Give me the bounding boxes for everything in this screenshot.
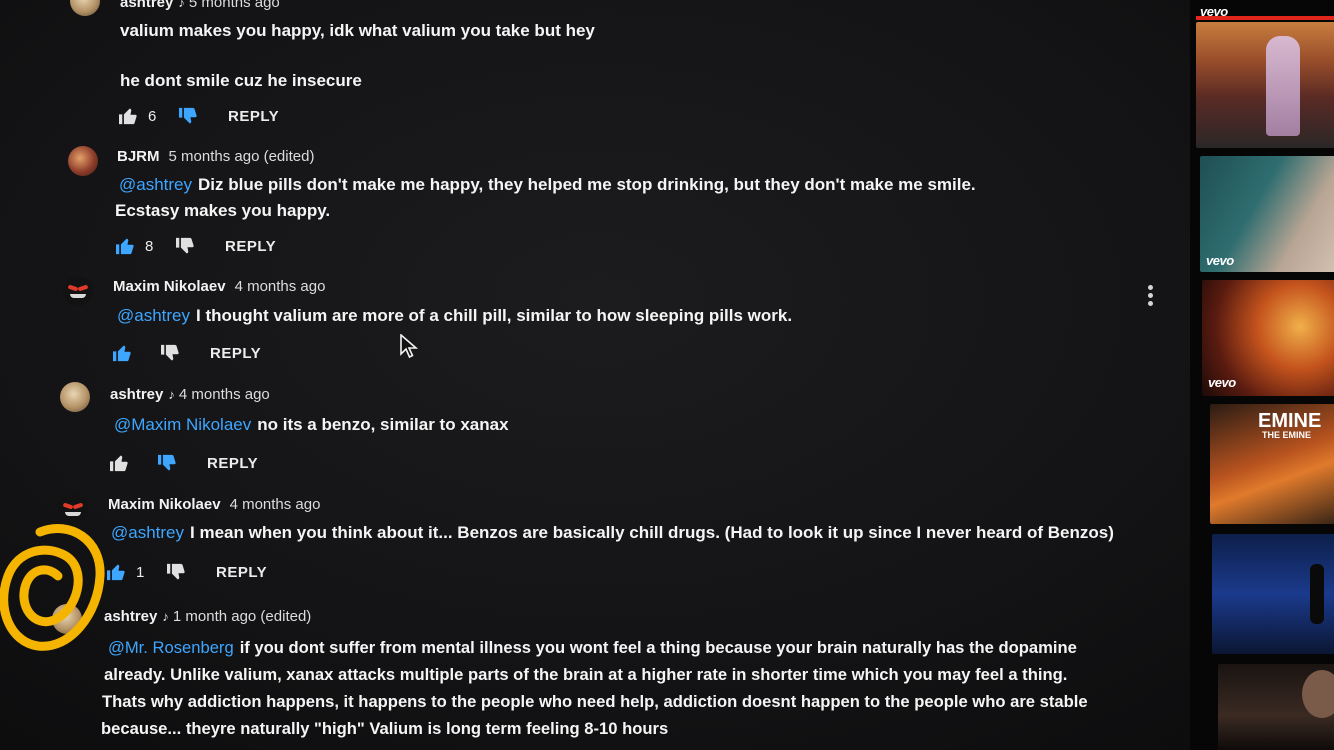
comment-line: Ecstasy makes you happy. (115, 201, 331, 220)
thumbnail-figure (1266, 36, 1300, 136)
video-thumbnail[interactable] (1218, 664, 1334, 750)
video-thumbnail[interactable] (1212, 534, 1334, 654)
reply-button[interactable]: REPLY (216, 564, 267, 581)
thumbs-down-icon[interactable] (157, 454, 177, 472)
video-thumbnail[interactable]: EMINE THE EMINE (1210, 404, 1334, 524)
like-count: 8 (145, 237, 154, 255)
comment-time[interactable]: 4 months ago (235, 278, 326, 295)
comment-header: ashtrey ♪ 1 month ago (edited) (104, 608, 311, 625)
mention-link[interactable]: @ashtrey (111, 523, 184, 542)
comment-time[interactable]: 4 months ago (230, 496, 321, 513)
annotation-circle (0, 524, 105, 651)
comment-author[interactable]: ashtrey (120, 0, 173, 11)
comment-time[interactable]: 4 months ago (179, 386, 270, 403)
comment-text: @ashtrey I thought valium are more of a c… (117, 303, 792, 329)
music-note-icon: ♪ (178, 0, 185, 10)
more-options-icon[interactable] (1146, 285, 1154, 307)
avatar[interactable] (70, 0, 100, 16)
comment-text: @ashtrey Diz blue pills don't make me hap… (115, 172, 976, 224)
comment-header: BJRM 5 months ago (edited) (117, 148, 314, 165)
video-thumbnail[interactable] (1196, 22, 1334, 148)
comment-actions: 6 REPLY (118, 107, 279, 125)
comment-text: @Mr. Rosenberg if you dont suffer from me… (101, 634, 1088, 742)
comment-line: he dont smile cuz he insecure (120, 71, 362, 90)
mention-link[interactable]: @Maxim Nikolaev (114, 415, 251, 434)
reply-button[interactable]: REPLY (225, 238, 276, 255)
comment-text: @ashtrey I mean when you think about it..… (111, 520, 1114, 546)
music-note-icon: ♪ (168, 387, 175, 402)
comment-line: I thought valium are more of a chill pil… (196, 306, 793, 325)
comment-line: already. Unlike valium, xanax attacks mu… (104, 665, 1068, 684)
thumbs-up-icon[interactable] (115, 237, 135, 255)
avatar[interactable] (63, 276, 93, 306)
comment-text: @Maxim Nikolaev no its a benzo, similar t… (114, 412, 509, 438)
like-count: 1 (136, 563, 145, 581)
comment-line: I mean when you think about it... Benzos… (190, 523, 1114, 542)
thumbs-down-icon[interactable] (175, 237, 195, 255)
vevo-badge: vevo (1200, 4, 1228, 19)
mention-link[interactable]: @Mr. Rosenberg (108, 638, 234, 657)
vevo-badge: vevo (1208, 375, 1236, 390)
comment-line: if you dont suffer from mental illness y… (239, 638, 1077, 657)
music-note-icon: ♪ (162, 609, 169, 624)
comment-header: Maxim Nikolaev 4 months ago (113, 278, 325, 295)
comment-line: because... theyre naturally "high" Valiu… (101, 719, 669, 738)
mention-link[interactable]: @ashtrey (117, 306, 190, 325)
avatar[interactable] (68, 146, 98, 176)
thumbnail-figure (1310, 564, 1324, 624)
comment-actions: REPLY (112, 344, 261, 362)
vevo-badge: vevo (1206, 253, 1234, 268)
comment-header: ashtrey ♪ 5 months ago (120, 0, 280, 11)
comment-time[interactable]: 5 months ago (189, 0, 280, 11)
thumbs-up-icon[interactable] (112, 344, 132, 362)
like-count: 6 (148, 107, 157, 125)
comment-author[interactable]: ashtrey (110, 386, 163, 403)
thumbnail-figure (1302, 670, 1334, 718)
comment-author[interactable]: BJRM (117, 148, 160, 165)
thumbs-up-icon[interactable] (118, 107, 138, 125)
thumbs-up-icon[interactable] (109, 454, 129, 472)
comment-line: valium makes you happy, idk what valium … (120, 21, 595, 40)
comment-time[interactable]: 1 month ago (edited) (173, 608, 311, 625)
thumbs-down-icon[interactable] (178, 107, 198, 125)
thumbnail-subtitle: THE EMINE (1262, 430, 1312, 440)
reply-button[interactable]: REPLY (210, 345, 261, 362)
comment-time[interactable]: 5 months ago (edited) (169, 148, 315, 165)
reply-button[interactable]: REPLY (228, 108, 279, 125)
mouse-cursor-icon (400, 334, 418, 359)
comment-actions: 1 REPLY (106, 563, 267, 581)
comment-line: Diz blue pills don't make me happy, they… (198, 175, 976, 194)
video-thumbnail[interactable]: vevo (1202, 280, 1334, 396)
comment-actions: 8 REPLY (115, 237, 276, 255)
comment-author[interactable]: ashtrey (104, 608, 157, 625)
thumbs-down-icon[interactable] (160, 344, 180, 362)
comment-actions: REPLY (109, 454, 258, 472)
comment-header: Maxim Nikolaev 4 months ago (108, 496, 320, 513)
video-thumbnail[interactable]: vevo (1200, 156, 1334, 272)
avatar[interactable] (60, 382, 90, 412)
comment-header: ashtrey ♪ 4 months ago (110, 386, 270, 403)
comment-author[interactable]: Maxim Nikolaev (108, 496, 221, 513)
thumbs-down-icon[interactable] (166, 563, 186, 581)
reply-button[interactable]: REPLY (207, 455, 258, 472)
comment-author[interactable]: Maxim Nikolaev (113, 278, 226, 295)
comment-line: Thats why addiction happens, it happens … (102, 692, 1088, 711)
comment-line: no its a benzo, similar to xanax (257, 415, 509, 434)
comment-text: valium makes you happy, idk what valium … (120, 18, 595, 94)
comment-line (120, 44, 595, 68)
mention-link[interactable]: @ashtrey (119, 175, 192, 194)
